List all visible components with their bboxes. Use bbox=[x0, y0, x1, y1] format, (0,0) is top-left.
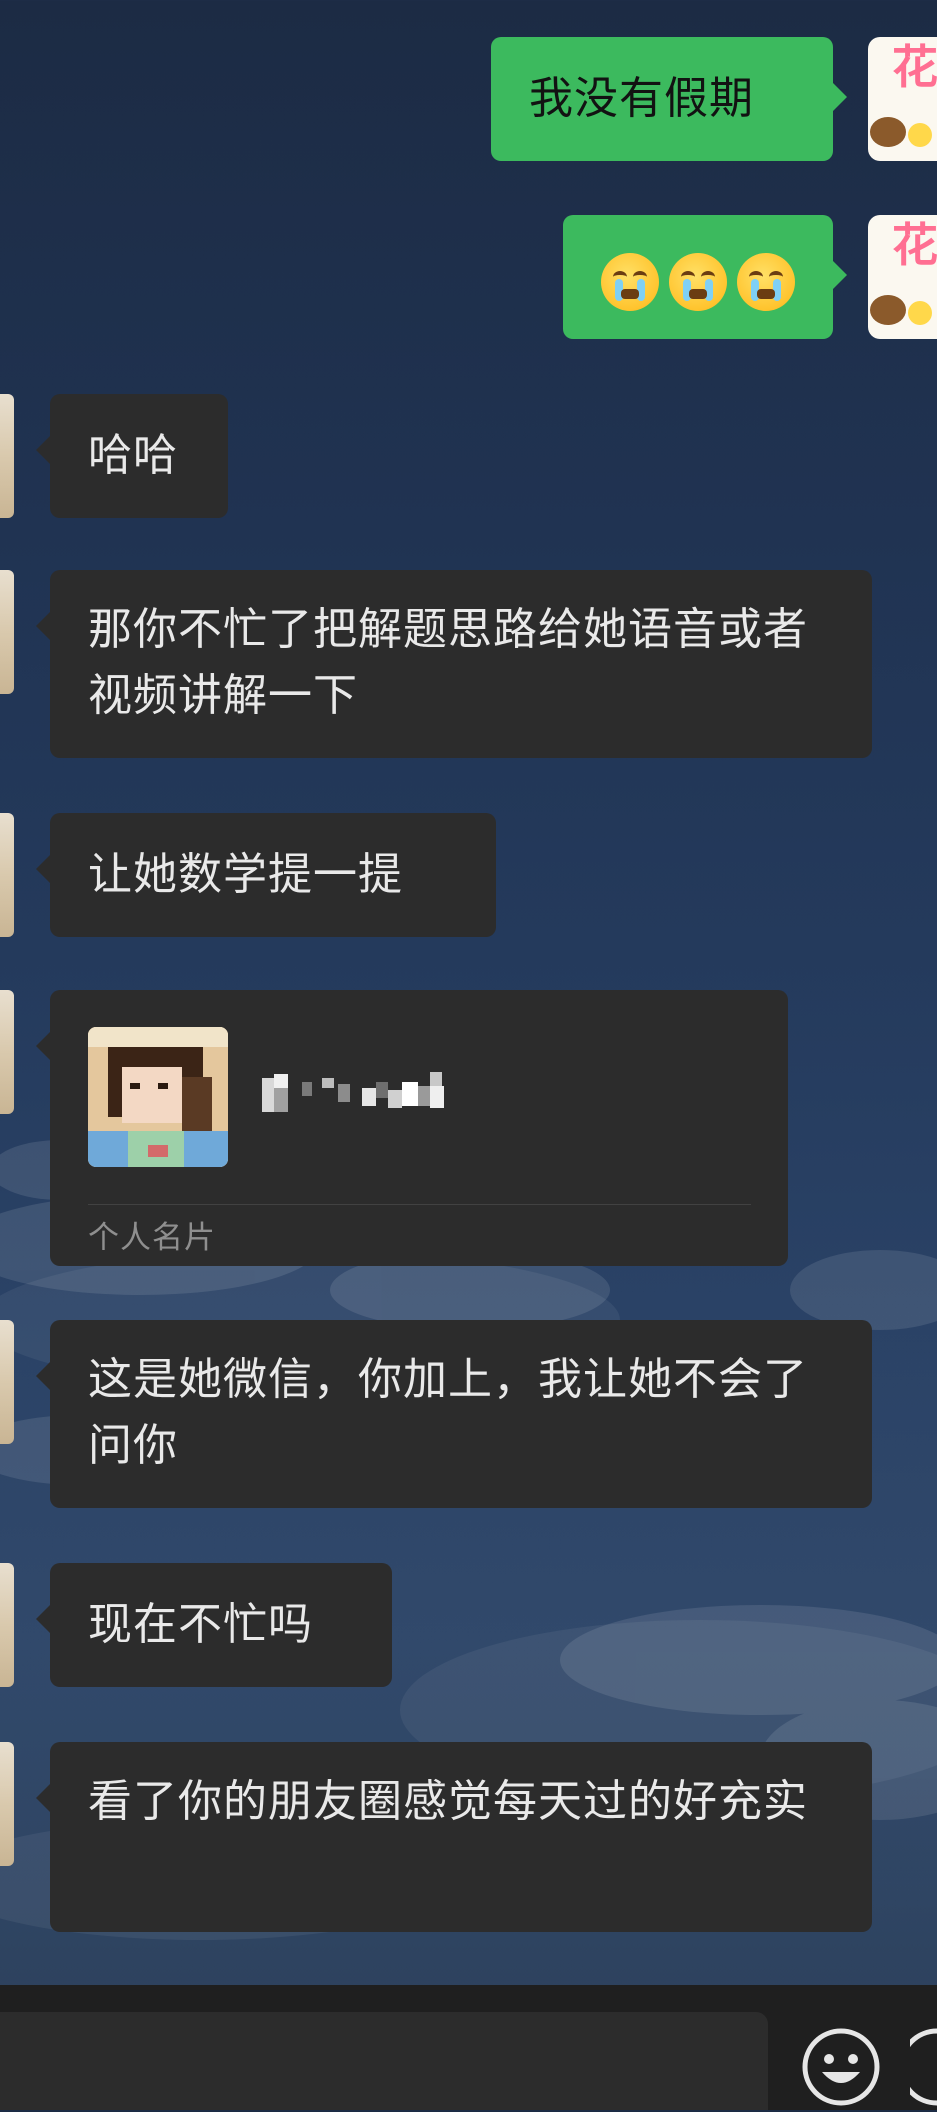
crying-face-emoji bbox=[601, 253, 659, 311]
smiley-icon[interactable] bbox=[800, 2026, 882, 2108]
crying-face-emoji bbox=[669, 253, 727, 311]
card-name-mosaic bbox=[262, 1072, 512, 1118]
contact-avatar[interactable] bbox=[0, 1563, 14, 1687]
bear-icon bbox=[870, 295, 906, 325]
message-bubble-incoming[interactable]: 现在不忙吗 bbox=[36, 1563, 392, 1687]
flower-icon bbox=[908, 123, 932, 147]
message-input[interactable] bbox=[0, 2012, 768, 2110]
message-text: 这是她微信，你加上，我让她不会了问你 bbox=[88, 1354, 808, 1471]
card-type-label: 个人名片 bbox=[88, 1220, 216, 1256]
card-avatar-image bbox=[88, 1027, 228, 1167]
contact-avatar[interactable] bbox=[0, 394, 14, 518]
crying-face-emoji bbox=[737, 253, 795, 311]
message-text: 那你不忙了把解题思路给她语音或者视频讲解一下 bbox=[88, 604, 808, 721]
message-text: 我没有假期 bbox=[529, 73, 754, 124]
message-bubble-incoming[interactable]: 让她数学提一提 bbox=[36, 813, 496, 937]
message-bubble-outgoing[interactable]: 我没有假期 bbox=[491, 37, 847, 161]
message-text: 让她数学提一提 bbox=[88, 849, 403, 900]
message-text: 看了你的朋友圈感觉每天过的好充实 bbox=[88, 1776, 808, 1827]
my-avatar[interactable]: 花 bbox=[868, 37, 937, 161]
more-icon[interactable] bbox=[898, 2026, 937, 2108]
avatar-text: 花 bbox=[892, 40, 937, 94]
card-divider bbox=[88, 1204, 751, 1205]
message-bubble-incoming[interactable]: 看了你的朋友圈感觉每天过的好充实 bbox=[36, 1742, 872, 1932]
message-bubble-incoming[interactable]: 哈哈 bbox=[36, 394, 228, 518]
contact-avatar[interactable] bbox=[0, 990, 14, 1114]
message-text: 哈哈 bbox=[88, 430, 178, 481]
my-avatar[interactable]: 花 bbox=[868, 215, 937, 339]
contact-avatar[interactable] bbox=[0, 813, 14, 937]
contact-avatar[interactable] bbox=[0, 1742, 14, 1866]
message-bubble-incoming[interactable]: 这是她微信，你加上，我让她不会了问你 bbox=[36, 1320, 872, 1508]
avatar-text: 花 bbox=[892, 218, 937, 272]
contact-avatar[interactable] bbox=[0, 570, 14, 694]
bear-icon bbox=[870, 117, 906, 147]
message-bubble-incoming[interactable]: 那你不忙了把解题思路给她语音或者视频讲解一下 bbox=[36, 570, 872, 758]
contact-avatar[interactable] bbox=[0, 1320, 14, 1444]
flower-icon bbox=[908, 301, 932, 325]
message-bubble-outgoing[interactable] bbox=[563, 215, 847, 339]
message-text: 现在不忙吗 bbox=[88, 1599, 313, 1650]
